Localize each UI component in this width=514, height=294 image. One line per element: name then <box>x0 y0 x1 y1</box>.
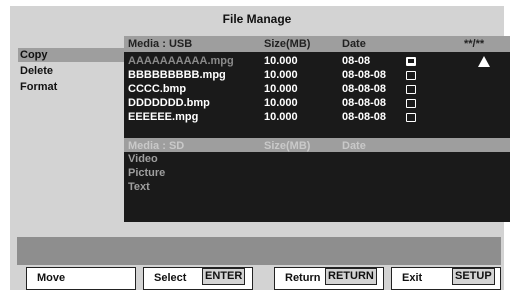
file-size: 10.000 <box>264 69 298 81</box>
folder-item-picture[interactable]: Picture <box>128 166 165 180</box>
menu-item-copy[interactable]: Copy <box>18 48 124 62</box>
page-indicator: **/** <box>464 38 485 50</box>
scroll-up-arrow-icon[interactable] <box>478 56 490 67</box>
file-row[interactable]: AAAAAAAAAA.mpg 10.000 08-08 <box>124 54 510 68</box>
checkbox-icon[interactable] <box>406 71 416 80</box>
checkbox-icon[interactable] <box>406 85 416 94</box>
file-row[interactable]: EEEEEE.mpg 10.000 08-08-08 <box>124 110 510 124</box>
file-row[interactable]: BBBBBBBBB.mpg 10.000 08-08-08 <box>124 68 510 82</box>
file-row[interactable]: CCCC.bmp 10.000 08-08-08 <box>124 82 510 96</box>
return-label: Return <box>285 272 321 284</box>
sd-folder-list: Video Picture Text <box>124 152 510 222</box>
media-panel: Media : USB Size(MB) Date **/** AAAAAAAA… <box>124 36 510 228</box>
menu-item-format[interactable]: Format <box>18 80 124 94</box>
file-date: 08-08 <box>342 55 371 67</box>
usb-media-label: Media : USB <box>128 38 193 50</box>
return-key: RETURN <box>325 268 377 285</box>
select-label: Select <box>154 272 187 284</box>
usb-date-header: Date <box>342 38 366 50</box>
enter-key: ENTER <box>202 268 246 285</box>
file-size: 10.000 <box>264 83 298 95</box>
usb-header: Media : USB Size(MB) Date **/** <box>124 36 510 52</box>
move-label: Move <box>37 272 66 284</box>
file-date: 08-08-08 <box>342 97 387 109</box>
file-date: 08-08-08 <box>342 69 387 81</box>
file-name: CCCC.bmp <box>128 83 187 95</box>
folder-item-text[interactable]: Text <box>128 180 150 194</box>
page-title: File Manage <box>222 12 292 26</box>
file-name: DDDDDDD.bmp <box>128 97 210 109</box>
exit-label: Exit <box>402 272 423 284</box>
move-button[interactable]: Move <box>26 267 136 290</box>
usb-file-list: AAAAAAAAAA.mpg 10.000 08-08 BBBBBBBBB.mp… <box>124 52 510 151</box>
setup-key: SETUP <box>452 268 495 285</box>
file-row[interactable]: DDDDDDD.bmp 10.000 08-08-08 <box>124 96 510 110</box>
folder-item-video[interactable]: Video <box>128 152 158 166</box>
file-name: EEEEEE.mpg <box>128 111 199 123</box>
menu-item-delete[interactable]: Delete <box>18 64 124 78</box>
file-name: AAAAAAAAAA.mpg <box>128 55 234 67</box>
exit-button[interactable]: Exit SETUP <box>391 267 501 290</box>
return-button[interactable]: Return RETURN <box>274 267 384 290</box>
checkbox-icon[interactable] <box>406 113 416 122</box>
file-date: 08-08-08 <box>342 111 387 123</box>
file-size: 10.000 <box>264 111 298 123</box>
file-date: 08-08-08 <box>342 83 387 95</box>
select-button[interactable]: Select ENTER <box>143 267 253 290</box>
file-size: 10.000 <box>264 55 298 67</box>
file-name: BBBBBBBBB.mpg <box>128 69 226 81</box>
checkbox-checked-icon[interactable] <box>406 57 416 66</box>
status-bar <box>17 237 501 265</box>
file-size: 10.000 <box>264 97 298 109</box>
checkbox-icon[interactable] <box>406 99 416 108</box>
usb-size-header: Size(MB) <box>264 38 311 50</box>
